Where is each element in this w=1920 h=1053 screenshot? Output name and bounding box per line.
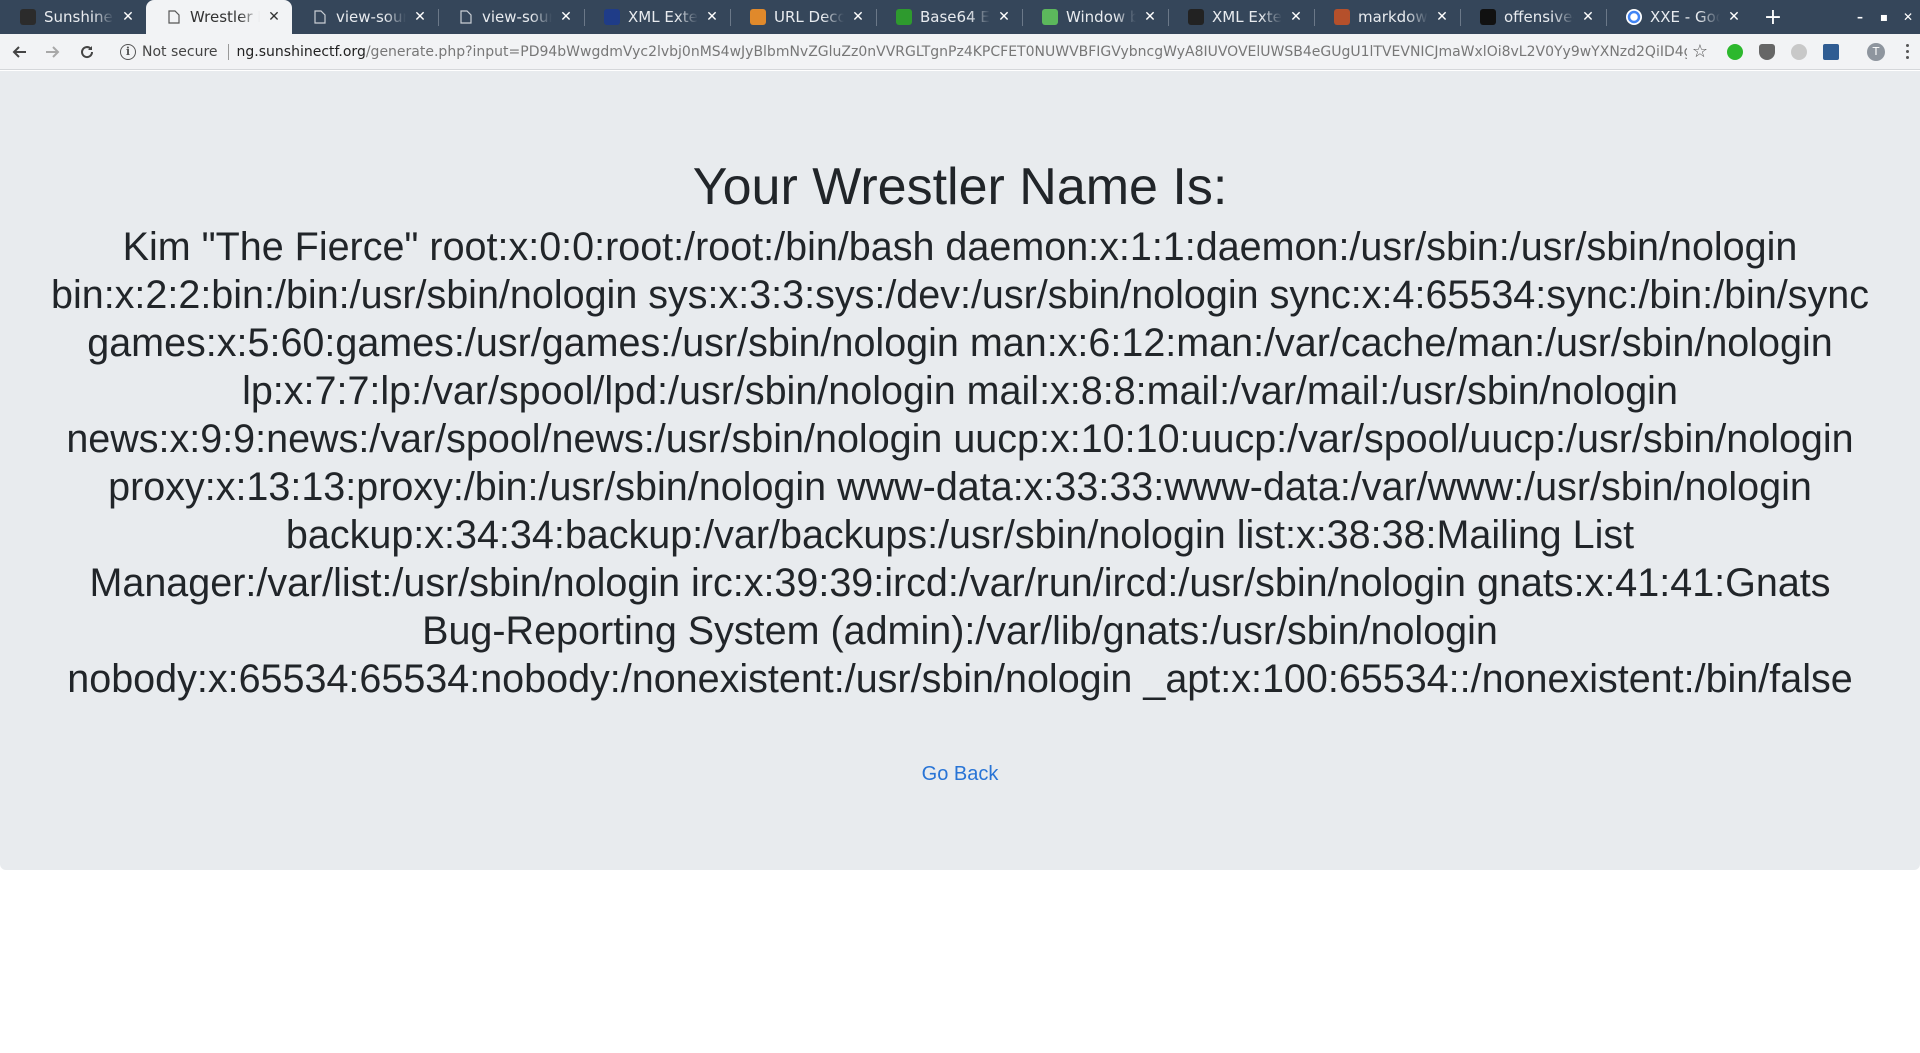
tab-title: view-source	[482, 8, 552, 26]
close-tab-icon[interactable]: ✕	[412, 9, 428, 25]
browser-tab[interactable]: XML External ✕	[584, 0, 730, 34]
github-icon	[1480, 9, 1496, 25]
new-tab-button[interactable]: +	[1756, 0, 1790, 34]
extension-circle-icon[interactable]	[1791, 43, 1807, 60]
sunshine-ctf-icon	[20, 9, 36, 25]
tab-title: Wrestler Name	[190, 8, 260, 26]
forward-button[interactable]	[38, 37, 68, 67]
reload-button[interactable]	[72, 37, 102, 67]
tab-title: XML External	[1212, 8, 1282, 26]
close-tab-icon[interactable]: ✕	[1726, 9, 1742, 25]
info-icon[interactable]: i	[120, 43, 136, 60]
url-host: ng.sunshinectf.org	[236, 43, 366, 60]
url-text[interactable]: ng.sunshinectf.org/generate.php?input=PD…	[237, 44, 1687, 60]
browser-tab[interactable]: URL Decoder ✕	[730, 0, 876, 34]
markdown-icon	[1334, 9, 1350, 25]
tab-title: XML External	[628, 8, 698, 26]
tab-title: view-source	[336, 8, 406, 26]
browser-tab[interactable]: offensive-se ✕	[1460, 0, 1606, 34]
extension-green-icon[interactable]	[1727, 43, 1743, 60]
page-icon	[166, 9, 182, 25]
arrow-left-icon	[12, 45, 26, 58]
url-path: /generate.php?input=PD94bWwgdmVyc2lvbj0n…	[365, 43, 1687, 60]
security-indicator[interactable]: Not secure	[142, 44, 218, 60]
close-tab-icon[interactable]: ✕	[704, 9, 720, 25]
address-bar[interactable]: i Not secure ng.sunshinectf.org/generate…	[112, 38, 1687, 66]
browser-tab[interactable]: Base64 Encode ✕	[876, 0, 1022, 34]
bookmark-star-icon[interactable]: ☆	[1687, 39, 1713, 65]
google-icon	[1626, 9, 1642, 25]
close-tab-icon[interactable]: ✕	[266, 9, 282, 25]
browser-tab[interactable]: XML External ✕	[1168, 0, 1314, 34]
close-tab-icon[interactable]: ✕	[1434, 9, 1450, 25]
back-button[interactable]	[4, 37, 34, 67]
xml-icon	[604, 9, 620, 25]
browser-tab[interactable]: Window btoa ✕	[1022, 0, 1168, 34]
close-window-icon[interactable]: ✕	[1896, 0, 1920, 34]
extensions-area	[1719, 43, 1847, 60]
divider	[227, 43, 229, 60]
close-tab-icon[interactable]: ✕	[1142, 9, 1158, 25]
go-back-link[interactable]: Go Back	[922, 763, 999, 785]
close-tab-icon[interactable]: ✕	[1580, 9, 1596, 25]
tab-strip: Sunshine CTF✕Wrestler Name✕view-source✕v…	[0, 0, 1920, 34]
arrow-right-icon	[46, 45, 60, 58]
reload-icon	[81, 45, 94, 58]
close-tab-icon[interactable]: ✕	[850, 9, 866, 25]
tab-title: Window btoa	[1066, 8, 1136, 26]
tab-title: Base64 Encode	[920, 8, 990, 26]
menu-dots-icon[interactable]	[1897, 39, 1917, 65]
browser-tab[interactable]: view-source ✕	[438, 0, 584, 34]
close-tab-icon[interactable]: ✕	[1288, 9, 1304, 25]
page-icon	[312, 9, 328, 25]
wrestler-name-output: Kim "The Fierce" root:x:0:0:root:/root:/…	[51, 225, 1869, 701]
browser-tab[interactable]: XXE - Google ✕	[1606, 0, 1752, 34]
browser-tab[interactable]: Wrestler Name ✕	[146, 0, 292, 34]
close-tab-icon[interactable]: ✕	[558, 9, 574, 25]
tab-title: URL Decoder	[774, 8, 844, 26]
minimize-icon[interactable]: –	[1848, 0, 1872, 34]
page-content: Your Wrestler Name Is: Kim "The Fierce" …	[0, 71, 1920, 870]
base64-icon	[896, 9, 912, 25]
page-heading: Your Wrestler Name Is:	[692, 158, 1228, 216]
tab-title: markdown	[1358, 8, 1428, 26]
profile-avatar[interactable]: T	[1867, 42, 1885, 61]
maximize-icon[interactable]: ▪	[1872, 0, 1896, 34]
window-controls: – ▪ ✕	[1848, 0, 1920, 34]
close-tab-icon[interactable]: ✕	[120, 9, 136, 25]
tab-title: XXE - Google	[1650, 8, 1720, 26]
go-back-container: Go Back	[0, 763, 1920, 786]
js-icon	[1042, 9, 1058, 25]
page-icon	[458, 9, 474, 25]
owasp-icon	[1188, 9, 1204, 25]
extension-screen-icon[interactable]	[1823, 43, 1839, 60]
browser-toolbar: i Not secure ng.sunshinectf.org/generate…	[0, 34, 1920, 70]
tab-title: Sunshine CTF	[44, 8, 114, 26]
browser-tab[interactable]: markdown ✕	[1314, 0, 1460, 34]
tab-list: Sunshine CTF✕Wrestler Name✕view-source✕v…	[0, 0, 1790, 34]
browser-tab[interactable]: view-source ✕	[292, 0, 438, 34]
browser-tab[interactable]: Sunshine CTF ✕	[0, 0, 146, 34]
url-decoder-icon	[750, 9, 766, 25]
tab-title: offensive-se	[1504, 8, 1574, 26]
extension-shield-icon[interactable]	[1759, 43, 1775, 60]
close-tab-icon[interactable]: ✕	[996, 9, 1012, 25]
